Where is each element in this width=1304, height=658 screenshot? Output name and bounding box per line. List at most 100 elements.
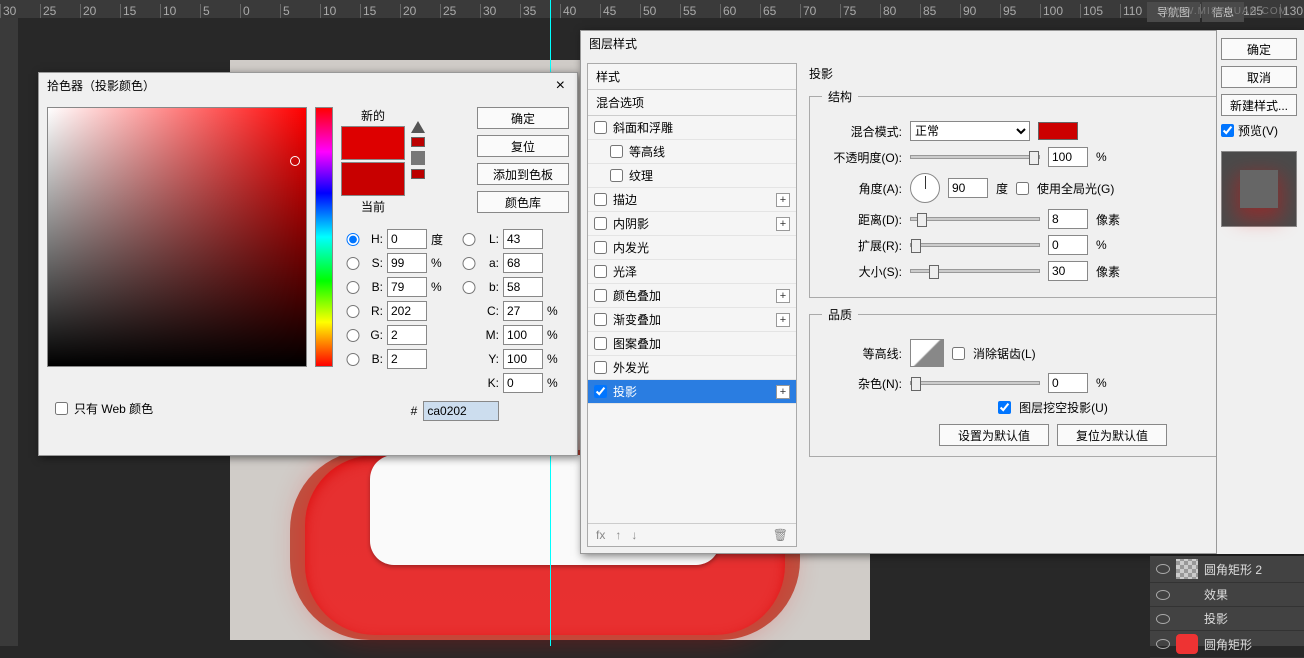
input-c[interactable] (503, 301, 543, 321)
noise-input[interactable] (1048, 373, 1088, 393)
new-color-swatch (341, 126, 405, 160)
style-color-overlay[interactable]: 颜色叠加+ (588, 284, 796, 308)
reset-default-button[interactable]: 复位为默认值 (1057, 424, 1167, 446)
knockout-checkbox[interactable] (998, 401, 1011, 414)
style-inner-glow[interactable]: 内发光 (588, 236, 796, 260)
layer-row[interactable]: 圆角矩形 (1150, 631, 1304, 658)
layer-fx-item[interactable]: 投影 (1150, 607, 1304, 631)
style-drop-shadow[interactable]: 投影+ (588, 380, 796, 404)
picker-title: 拾色器（投影颜色） (47, 73, 155, 99)
make-default-button[interactable]: 设置为默认值 (939, 424, 1049, 446)
hue-slider[interactable] (315, 107, 333, 367)
style-inner-shadow[interactable]: 内阴影+ (588, 212, 796, 236)
layers-panel: 圆角矩形 2 效果 投影 圆角矩形 (1150, 556, 1304, 646)
gamut-swatch[interactable] (411, 137, 425, 147)
opacity-input[interactable] (1048, 147, 1088, 167)
size-input[interactable] (1048, 261, 1088, 281)
preview-checkbox[interactable] (1221, 124, 1234, 137)
web-only-label: 只有 Web 颜色 (74, 400, 153, 417)
plus-icon[interactable]: + (776, 193, 790, 207)
fx-icon[interactable]: fx (596, 528, 605, 542)
plus-icon[interactable]: + (776, 217, 790, 231)
add-swatch-button[interactable]: 添加到色板 (477, 163, 569, 185)
layer-fx-row[interactable]: 效果 (1150, 583, 1304, 607)
style-outer-glow[interactable]: 外发光 (588, 356, 796, 380)
size-slider[interactable] (910, 269, 1040, 273)
opacity-slider[interactable] (910, 155, 1040, 159)
input-bv[interactable] (387, 277, 427, 297)
contour-picker[interactable] (910, 339, 944, 367)
input-lab-b[interactable] (503, 277, 543, 297)
eye-icon[interactable] (1156, 564, 1170, 574)
input-l[interactable] (503, 229, 543, 249)
close-icon[interactable]: × (552, 73, 569, 99)
watermark: WWW.MISSYUAN.COM (1163, 6, 1288, 17)
ls-ok-button[interactable]: 确定 (1221, 38, 1297, 60)
noise-slider[interactable] (910, 381, 1040, 385)
distance-slider[interactable] (910, 217, 1040, 221)
input-s[interactable] (387, 253, 427, 273)
input-k[interactable] (503, 373, 543, 393)
ls-cancel-button[interactable]: 取消 (1221, 66, 1297, 88)
angle-input[interactable] (948, 178, 988, 198)
style-pat-overlay[interactable]: 图案叠加 (588, 332, 796, 356)
input-g[interactable] (387, 325, 427, 345)
gamut-warning-icon[interactable] (411, 121, 425, 133)
spread-input[interactable] (1048, 235, 1088, 255)
websafe-swatch[interactable] (411, 169, 425, 179)
antialias-checkbox[interactable] (952, 347, 965, 360)
up-icon[interactable]: ↑ (615, 528, 621, 542)
eye-icon[interactable] (1156, 590, 1170, 600)
radio-s[interactable] (341, 257, 365, 270)
color-lib-button[interactable]: 颜色库 (477, 191, 569, 213)
style-satin[interactable]: 光泽 (588, 260, 796, 284)
spread-slider[interactable] (910, 243, 1040, 247)
reset-button[interactable]: 复位 (477, 135, 569, 157)
layer-row[interactable]: 圆角矩形 2 (1150, 556, 1304, 583)
current-label: 当前 (361, 198, 385, 215)
trash-icon[interactable]: 🗑 (773, 528, 788, 542)
ok-button[interactable]: 确定 (477, 107, 569, 129)
radio-r[interactable] (341, 305, 365, 318)
input-a[interactable] (503, 253, 543, 273)
down-icon[interactable]: ↓ (631, 528, 637, 542)
distance-input[interactable] (1048, 209, 1088, 229)
input-bb[interactable] (387, 349, 427, 369)
style-contour[interactable]: 等高线 (588, 140, 796, 164)
global-light-checkbox[interactable] (1016, 182, 1029, 195)
input-hex[interactable] (423, 401, 499, 421)
websafe-warning-icon[interactable] (411, 151, 425, 165)
eye-icon[interactable] (1156, 639, 1170, 649)
web-only-checkbox[interactable] (55, 402, 68, 415)
blend-options[interactable]: 混合选项 (588, 90, 796, 116)
radio-a[interactable] (457, 257, 481, 270)
style-bevel[interactable]: 斜面和浮雕 (588, 116, 796, 140)
style-texture[interactable]: 纹理 (588, 164, 796, 188)
radio-l[interactable] (457, 233, 481, 246)
style-grad-overlay[interactable]: 渐变叠加+ (588, 308, 796, 332)
eye-icon[interactable] (1156, 614, 1170, 624)
plus-icon[interactable]: + (776, 313, 790, 327)
color-picker-dialog: 拾色器（投影颜色） × 新的 当前 (38, 72, 578, 456)
blend-mode-select[interactable]: 正常 (910, 121, 1030, 141)
radio-g[interactable] (341, 329, 365, 342)
radio-h[interactable] (341, 233, 365, 246)
input-m[interactable] (503, 325, 543, 345)
plus-icon[interactable]: + (776, 289, 790, 303)
current-color-swatch[interactable] (341, 162, 405, 196)
style-stroke[interactable]: 描边+ (588, 188, 796, 212)
styles-header[interactable]: 样式 (588, 64, 796, 90)
radio-bb[interactable] (341, 353, 365, 366)
picker-ring[interactable] (290, 156, 300, 166)
ls-newstyle-button[interactable]: 新建样式... (1221, 94, 1297, 116)
input-h[interactable] (387, 229, 427, 249)
radio-lab-b[interactable] (457, 281, 481, 294)
angle-dial[interactable] (910, 173, 940, 203)
shadow-color-swatch[interactable] (1038, 122, 1078, 140)
preview-thumbnail (1221, 151, 1297, 227)
radio-b[interactable] (341, 281, 365, 294)
plus-icon[interactable]: + (776, 385, 790, 399)
saturation-field[interactable] (47, 107, 307, 367)
input-y[interactable] (503, 349, 543, 369)
input-r[interactable] (387, 301, 427, 321)
